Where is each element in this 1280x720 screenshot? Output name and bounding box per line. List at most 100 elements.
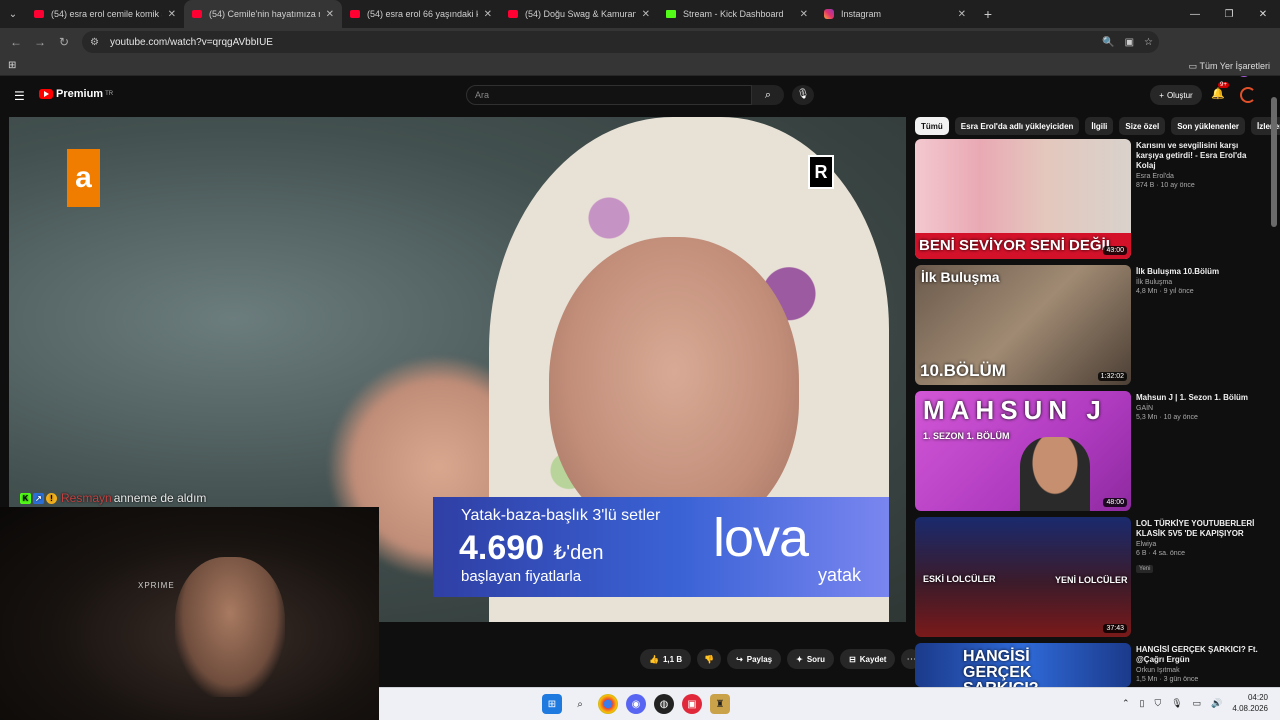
search-input[interactable]: Ara	[466, 85, 752, 105]
windows-start-icon[interactable]: ⊞	[542, 694, 562, 714]
video-actions: 👍 1,1 B 👎 ↪ Paylaş ✦ Soru ⊟ Kaydet ⋯	[640, 649, 922, 669]
browser-tab-2[interactable]: (54) Cemile'nin hayatımıza renk ✕	[184, 0, 342, 28]
tv-ad-banner: Yatak-baza-başlık 3'lü setler 4.690 ₺'de…	[433, 497, 889, 597]
address-bar[interactable]: ⚙ youtube.com/watch?v=qrqgAVbbIUE 🔍 ▣ ☆	[82, 31, 1159, 53]
video-thumbnail[interactable]: BENİ SEVİYOR SENİ DEĞİL 43:00	[915, 139, 1131, 259]
chip-all[interactable]: Tümü	[915, 117, 949, 135]
cast-icon[interactable]: ▣	[1125, 37, 1134, 48]
all-bookmarks-folder[interactable]: ▭ Tüm Yer İşaretleri	[1189, 61, 1270, 72]
search-icon[interactable]: ⌕	[570, 694, 590, 714]
shield-icon[interactable]: ⛉	[1154, 698, 1161, 709]
account-avatar[interactable]	[1240, 87, 1256, 103]
voice-search-button[interactable]: 🎙	[792, 85, 814, 105]
youtube-logo[interactable]: Premium TR	[39, 88, 113, 100]
browser-tab-5[interactable]: Stream - Kick Dashboard ✕	[658, 0, 816, 28]
ask-button[interactable]: ✦ Soru	[787, 649, 835, 669]
recommendation-item[interactable]: MAHSUN J 1. SEZON 1. BÖLÜM 48:00 Mahsun …	[915, 391, 1265, 511]
recommendation-title[interactable]: HANGİSİ GERÇEK ŞARKICI? Ft. @Çağrı Ergün	[1136, 645, 1261, 665]
recommendation-title[interactable]: Mahsun J | 1. Sezon 1. Bölüm	[1136, 393, 1261, 403]
recommendation-channel[interactable]: Elwiya	[1136, 541, 1261, 548]
chip-for-you[interactable]: Size özel	[1119, 117, 1166, 135]
recommendation-meta: 874 B · 10 ay önce	[1136, 182, 1195, 189]
close-tab-icon[interactable]: ✕	[168, 9, 176, 20]
recommendation-item[interactable]: ESKİ LOLCÜLER YENİ LOLCÜLER 37:43 LOL TÜ…	[915, 517, 1265, 637]
search-button[interactable]: ⌕	[752, 85, 784, 105]
chat-username: Resmayn	[61, 491, 112, 505]
recommendation-item[interactable]: İlk Buluşma 10.BÖLÜM 1:32:02 İlk Buluşma…	[915, 265, 1265, 385]
microphone-icon[interactable]: 🎙	[1171, 698, 1182, 709]
chip-recent[interactable]: Son yüklenenler	[1171, 117, 1245, 135]
discord-icon[interactable]: ◉	[626, 694, 646, 714]
minimize-icon[interactable]: —	[1178, 0, 1212, 28]
bell-icon: 🔔	[1211, 88, 1225, 100]
zoom-icon[interactable]: 🔍	[1102, 37, 1114, 48]
taskbar: ⊞ ⌕ ◉ ◍ ▣ ♜ ⌃ ▯ ⛉ 🎙 ▭ 🔊 04:20 4.08.2026	[379, 687, 1280, 720]
recommendation-info: Mahsun J | 1. Sezon 1. Bölüm GAİN 5,3 Mn…	[1136, 393, 1261, 421]
recommendation-item[interactable]: HANGİSİ GERÇEK ŞARKICI? HANGİSİ GERÇEK Ş…	[915, 643, 1265, 687]
bookmark-icon: ⊟	[849, 654, 856, 664]
chat-text: anneme de aldım	[113, 491, 207, 505]
close-tab-icon[interactable]: ✕	[958, 9, 966, 20]
ad-price-suffix: ₺'den	[553, 542, 604, 564]
close-tab-icon[interactable]: ✕	[642, 9, 650, 20]
browser-tab-4[interactable]: (54) Doğu Swag & Kamuran Ak ✕	[500, 0, 658, 28]
browser-tab-6[interactable]: Instagram ✕	[816, 0, 974, 28]
recommendation-title[interactable]: LOL TÜRKİYE YOUTUBERLERİ KLASİK 5V5 'DE …	[1136, 519, 1261, 539]
recommendation-title[interactable]: Karısını ve sevgilisini karşı karşıya ge…	[1136, 141, 1261, 171]
close-tab-icon[interactable]: ✕	[326, 9, 334, 20]
volume-icon[interactable]: 🔊	[1211, 698, 1222, 709]
back-icon[interactable]: ←	[4, 35, 28, 49]
notifications-button[interactable]: 🔔 9+	[1211, 82, 1229, 100]
game-icon[interactable]: ♜	[710, 694, 730, 714]
video-thumbnail[interactable]: HANGİSİ GERÇEK ŞARKICI?	[915, 643, 1131, 687]
save-button[interactable]: ⊟ Kaydet	[840, 649, 896, 669]
battery-icon[interactable]: ▯	[1140, 698, 1145, 709]
thumbs-down-icon: 👎	[704, 654, 715, 664]
restore-icon[interactable]: ❐	[1212, 0, 1246, 28]
recommendation-item[interactable]: BENİ SEVİYOR SENİ DEĞİL 43:00 Karısını v…	[915, 139, 1265, 259]
recommendation-channel[interactable]: GAİN	[1136, 405, 1261, 412]
forward-icon[interactable]: →	[28, 35, 52, 49]
kick-badge-icon: K	[20, 492, 31, 504]
close-window-icon[interactable]: ✕	[1246, 0, 1280, 28]
tray-chevron-icon[interactable]: ⌃	[1122, 698, 1130, 709]
ad-price: 4.690 ₺'den	[459, 529, 603, 568]
recommendation-info: İlk Buluşma 10.Bölüm İlk Buluşma 4,8 Mn …	[1136, 267, 1261, 295]
close-tab-icon[interactable]: ✕	[484, 9, 492, 20]
video-thumbnail[interactable]: ESKİ LOLCÜLER YENİ LOLCÜLER 37:43	[915, 517, 1131, 637]
recommendation-channel[interactable]: Esra Erol'da	[1136, 173, 1261, 180]
clock[interactable]: 04:20 4.08.2026	[1232, 692, 1268, 714]
new-tab-button[interactable]: +	[974, 6, 1002, 22]
bookmark-star-icon[interactable]: ☆	[1144, 37, 1153, 48]
hamburger-menu-icon[interactable]: ☰	[14, 89, 25, 103]
create-button[interactable]: + Oluştur	[1150, 85, 1202, 105]
recommendation-title[interactable]: İlk Buluşma 10.Bölüm	[1136, 267, 1261, 277]
obs-icon[interactable]: ◍	[654, 694, 674, 714]
chip-related[interactable]: İlgili	[1085, 117, 1114, 135]
reload-icon[interactable]: ↻	[52, 35, 76, 49]
recommendation-channel[interactable]: Orkun Işıtmak	[1136, 667, 1261, 674]
chair-logo: XPRIME	[138, 581, 175, 590]
page-scrollbar[interactable]	[1271, 97, 1277, 227]
apps-grid-icon[interactable]: ⊞	[8, 60, 16, 71]
browser-tab-3[interactable]: (54) esra erol 66 yaşındaki küb ✕	[342, 0, 500, 28]
share-button[interactable]: ↪ Paylaş	[727, 649, 782, 669]
url-text[interactable]: youtube.com/watch?v=qrqgAVbbIUE	[110, 37, 273, 48]
network-icon[interactable]: ▭	[1193, 698, 1202, 709]
tab-search-icon[interactable]: ⌄	[0, 0, 26, 28]
like-button[interactable]: 👍 1,1 B	[640, 649, 692, 669]
clock-time: 04:20	[1247, 693, 1268, 702]
close-tab-icon[interactable]: ✕	[800, 9, 808, 20]
tab-title: (54) esra erol cemile komik sah	[51, 9, 162, 19]
browser-tab-1[interactable]: (54) esra erol cemile komik sah ✕	[26, 0, 184, 28]
search-icon: ⌕	[764, 89, 772, 101]
recommendation-channel[interactable]: İlk Buluşma	[1136, 279, 1261, 286]
dislike-button[interactable]: 👎	[697, 649, 722, 669]
site-info-icon[interactable]: ⚙	[90, 37, 104, 48]
video-thumbnail[interactable]: MAHSUN J 1. SEZON 1. BÖLÜM 48:00	[915, 391, 1131, 511]
recommendation-info: HANGİSİ GERÇEK ŞARKICI? Ft. @Çağrı Ergün…	[1136, 645, 1261, 683]
video-thumbnail[interactable]: İlk Buluşma 10.BÖLÜM 1:32:02	[915, 265, 1131, 385]
chrome-icon[interactable]	[598, 694, 618, 714]
chip-uploader[interactable]: Esra Erol'da adlı yükleyiciden	[954, 117, 1080, 135]
app-icon[interactable]: ▣	[682, 694, 702, 714]
